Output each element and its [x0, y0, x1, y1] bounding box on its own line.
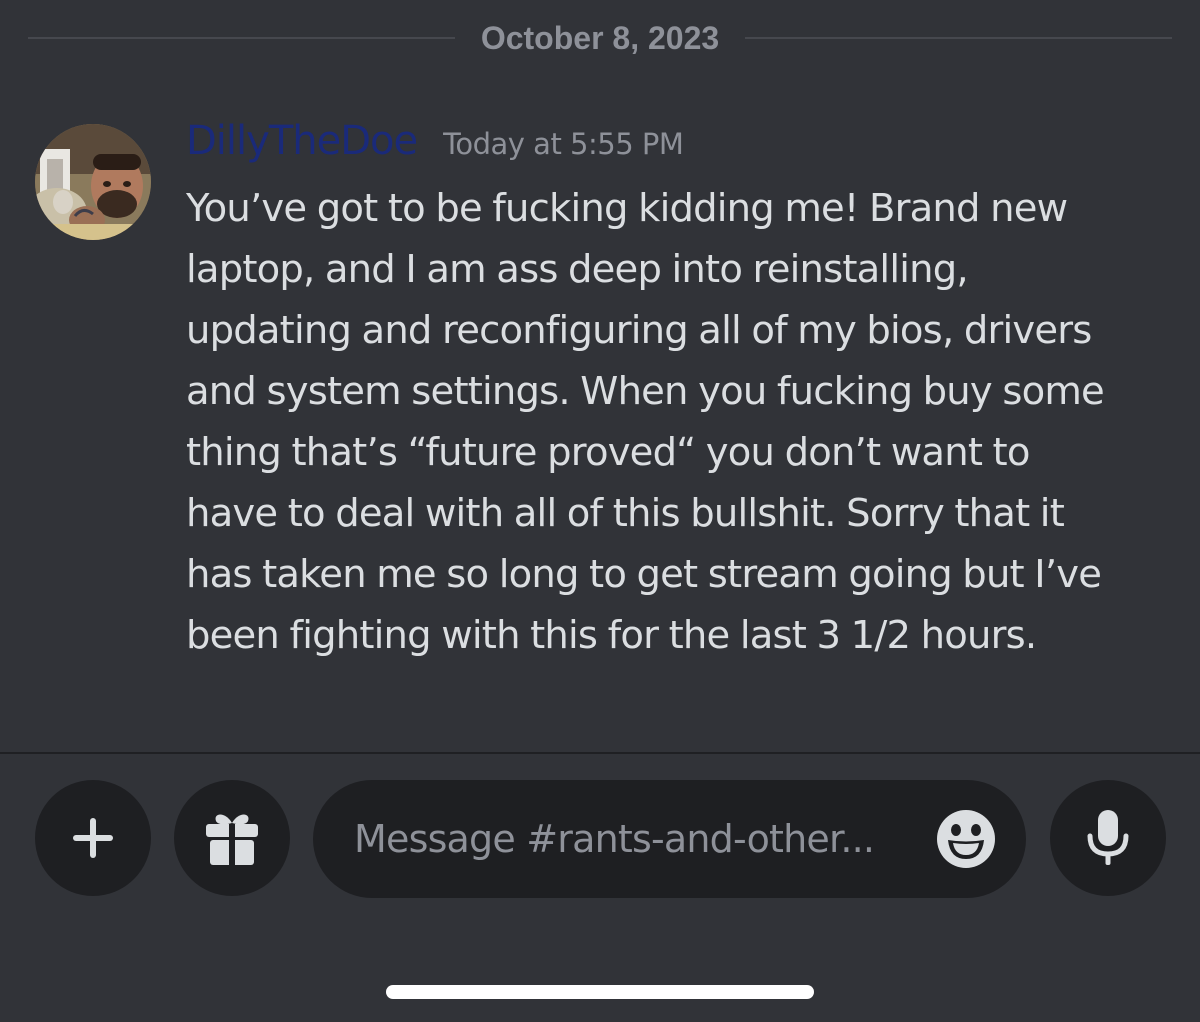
- message-line: has taken me so long to get stream going…: [186, 552, 1102, 597]
- message-line: and system settings. When you fucking bu…: [186, 369, 1105, 414]
- message-line: updating and reconfiguring all of my bio…: [186, 308, 1092, 353]
- plus-icon: [73, 818, 113, 858]
- emoji-button[interactable]: [936, 809, 996, 869]
- message-header: DillyTheDoe Today at 5:55 PM: [186, 118, 1161, 174]
- divider-line-left: [28, 37, 455, 39]
- microphone-icon: [1087, 810, 1129, 865]
- message-line: thing that’s “future proved“ you don’t w…: [186, 430, 1030, 475]
- avatar[interactable]: [35, 124, 151, 240]
- date-divider: October 8, 2023: [28, 18, 1172, 58]
- message-line: have to deal with all of this bullshit. …: [186, 491, 1065, 536]
- composer-divider: [0, 752, 1200, 754]
- username[interactable]: DillyTheDoe: [186, 118, 418, 164]
- gift-icon: [206, 814, 258, 865]
- timestamp: Today at 5:55 PM: [443, 127, 684, 161]
- message-input-container[interactable]: Message #rants-and-other...: [313, 780, 1026, 898]
- home-indicator[interactable]: [386, 985, 814, 999]
- message-line: laptop, and I am ass deep into reinstall…: [186, 247, 969, 292]
- emoji-smile-icon: [937, 810, 995, 868]
- message-input[interactable]: Message #rants-and-other...: [354, 817, 924, 861]
- message-body: DillyTheDoe Today at 5:55 PM You’ve got …: [186, 118, 1161, 666]
- voice-message-button[interactable]: [1050, 780, 1166, 896]
- avatar-photo-icon: [35, 124, 151, 240]
- message-line: been fighting with this for the last 3 1…: [186, 613, 1037, 658]
- message-line: You’ve got to be fucking kidding me! Bra…: [186, 186, 1068, 231]
- add-attachment-button[interactable]: [35, 780, 151, 896]
- gift-button[interactable]: [174, 780, 290, 896]
- date-label: October 8, 2023: [480, 19, 720, 56]
- divider-line-right: [745, 37, 1172, 39]
- message-content: You’ve got to be fucking kidding me! Bra…: [186, 178, 1161, 666]
